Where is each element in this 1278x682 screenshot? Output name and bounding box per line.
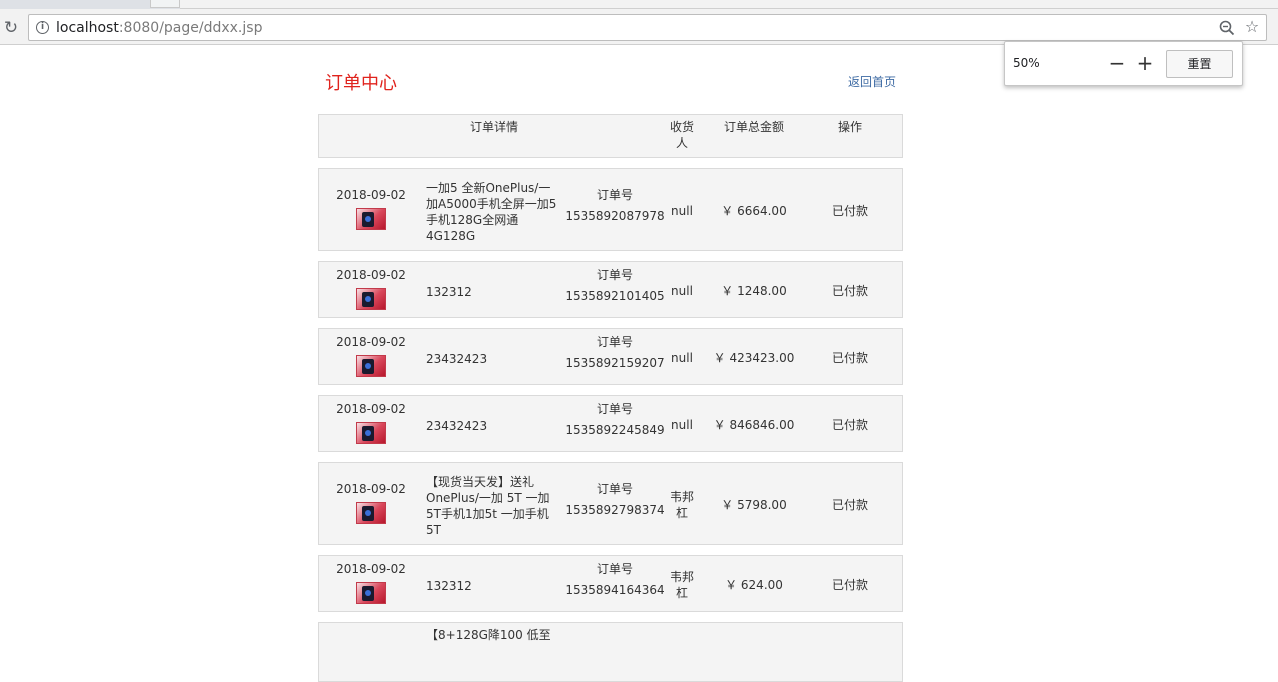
zoom-plus-button[interactable]: + xyxy=(1135,51,1155,75)
order-number-label: 订单号 xyxy=(596,267,633,282)
product-name-line[interactable]: 23432423 xyxy=(426,351,558,367)
receiver-name: 韦邦 xyxy=(669,569,694,584)
receiver-name: null xyxy=(671,417,693,432)
order-row: 2018-09-02 23432423 订单号 1535892245849 null ￥ … xyxy=(318,395,903,452)
order-status-link[interactable]: 已付款 xyxy=(815,203,885,219)
order-number-label: 订单号 xyxy=(596,187,633,202)
receiver-name: null xyxy=(671,283,693,298)
order-row: 2018-09-02 一加5 全新OnePlus/一 加A5000手机全屏一加5 手机… xyxy=(318,168,903,251)
active-tab[interactable] xyxy=(180,0,1278,9)
address-bar[interactable]: i localhost:8080/page/ddxx.jsp ☆ xyxy=(28,14,1267,41)
product-name-line[interactable]: 【现货当天发】送礼 xyxy=(426,474,558,490)
product-name-line[interactable]: 加A5000手机全屏一加5 xyxy=(426,196,558,212)
product-name-line[interactable]: 4G128G xyxy=(426,228,558,244)
product-name-line[interactable]: OnePlus/一加 5T 一加 xyxy=(426,490,558,506)
product-name-line[interactable]: 5T手机1加5t 一加手机 xyxy=(426,506,558,522)
order-number: 1535892087978 xyxy=(565,208,665,223)
product-name-line[interactable]: 5T xyxy=(426,522,558,538)
inactive-tab[interactable] xyxy=(150,0,180,8)
order-total-amount: ￥ 423423.00 xyxy=(713,350,795,365)
product-name-line[interactable]: 【8+128G降100 低至 xyxy=(426,627,558,643)
order-number: 1535892101405 xyxy=(565,288,665,303)
order-number-label: 订单号 xyxy=(596,481,633,496)
reload-icon[interactable]: ↻ xyxy=(0,17,22,39)
order-number: 1535892245849 xyxy=(565,422,665,437)
order-date: 2018-09-02 xyxy=(336,481,406,496)
product-thumbnail[interactable] xyxy=(356,354,386,377)
orders-table-header: 订单详情 收货人 订单总金额 操作 xyxy=(318,114,903,158)
phone-image-icon xyxy=(362,425,374,441)
receiver-name: null xyxy=(671,350,693,365)
order-date: 2018-09-02 xyxy=(336,561,406,576)
zoom-out-icon[interactable] xyxy=(1219,20,1235,36)
order-number-label: 订单号 xyxy=(596,334,633,349)
product-name-line[interactable]: 一加5 全新OnePlus/一 xyxy=(426,180,558,196)
order-number-label: 订单号 xyxy=(596,561,633,576)
phone-image-icon xyxy=(362,358,374,374)
order-status-link[interactable]: 已付款 xyxy=(815,497,885,513)
order-row: 2018-09-02 【现货当天发】送礼 OnePlus/一加 5T 一加 5T手机1… xyxy=(318,462,903,545)
col-receiver: 收货人 xyxy=(669,120,694,150)
zoom-reset-button[interactable]: 重置 xyxy=(1166,50,1233,78)
order-status-link[interactable]: 已付款 xyxy=(815,417,885,433)
zoom-popup: 50% − + 重置 xyxy=(1004,41,1243,86)
order-number-label: 订单号 xyxy=(596,401,633,416)
receiver-name: null xyxy=(671,203,693,218)
order-status-link[interactable]: 已付款 xyxy=(815,350,885,366)
col-operation: 操作 xyxy=(837,120,862,134)
order-status-link[interactable]: 已付款 xyxy=(815,577,885,593)
order-total-amount: ￥ 5798.00 xyxy=(721,497,787,512)
order-row: 2018-09-02 132312 订单号 1535894164364 韦邦杠 ￥ 624… xyxy=(318,555,903,612)
browser-toolbar: ↻ i localhost:8080/page/ddxx.jsp ☆ xyxy=(0,9,1278,45)
receiver-name: 韦邦 xyxy=(669,489,694,504)
url-path: :8080/page/ddxx.jsp xyxy=(118,20,263,36)
phone-image-icon xyxy=(362,585,374,601)
order-total-amount: ￥ 624.00 xyxy=(725,577,783,592)
order-date: 2018-09-02 xyxy=(336,401,406,416)
url-text[interactable]: localhost:8080/page/ddxx.jsp xyxy=(56,19,262,37)
product-thumbnail[interactable] xyxy=(356,287,386,310)
receiver-name: 杠 xyxy=(675,505,688,520)
bookmark-star-icon[interactable]: ☆ xyxy=(1243,18,1261,36)
order-total-amount: ￥ 846846.00 xyxy=(713,417,795,432)
order-date: 2018-09-02 xyxy=(336,187,406,202)
product-thumbnail[interactable] xyxy=(356,501,386,524)
order-number: 1535892798374 xyxy=(565,502,665,517)
product-name-line[interactable]: 手机128G全网通 xyxy=(426,212,558,228)
order-status-link[interactable]: 已付款 xyxy=(815,283,885,299)
order-date: 2018-09-02 xyxy=(336,334,406,349)
phone-image-icon xyxy=(362,291,374,307)
order-number: 1535892159207 xyxy=(565,355,665,370)
site-info-icon[interactable]: i xyxy=(36,21,49,34)
order-row: 2018-09-02 23432423 订单号 1535892159207 null ￥ … xyxy=(318,328,903,385)
col-total-amount: 订单总金额 xyxy=(723,120,784,134)
zoom-level: 50% xyxy=(1013,56,1040,70)
order-row: 2018-09-02 132312 订单号 1535892101405 null ￥ 12… xyxy=(318,261,903,318)
product-name-line[interactable]: 132312 xyxy=(426,578,558,594)
product-thumbnail[interactable] xyxy=(356,581,386,604)
page-title: 订单中心 xyxy=(325,73,397,94)
product-name-line[interactable]: 132312 xyxy=(426,284,558,300)
product-thumbnail[interactable] xyxy=(356,421,386,444)
order-total-amount: ￥ 1248.00 xyxy=(721,283,787,298)
phone-image-icon xyxy=(362,505,374,521)
url-host: localhost xyxy=(56,20,119,36)
order-number: 1535894164364 xyxy=(565,582,665,597)
zoom-minus-button[interactable]: − xyxy=(1107,51,1127,75)
tab-strip xyxy=(0,0,1278,9)
receiver-name: 杠 xyxy=(675,585,688,600)
col-order-details: 订单详情 xyxy=(469,120,518,134)
order-row: 【8+128G降100 低至 xyxy=(318,622,903,682)
product-name-line[interactable]: 23432423 xyxy=(426,418,558,434)
order-total-amount: ￥ 6664.00 xyxy=(721,203,787,218)
phone-image-icon xyxy=(362,211,374,227)
order-date: 2018-09-02 xyxy=(336,267,406,282)
product-thumbnail[interactable] xyxy=(356,207,386,230)
back-home-link[interactable]: 返回首页 xyxy=(848,73,896,90)
